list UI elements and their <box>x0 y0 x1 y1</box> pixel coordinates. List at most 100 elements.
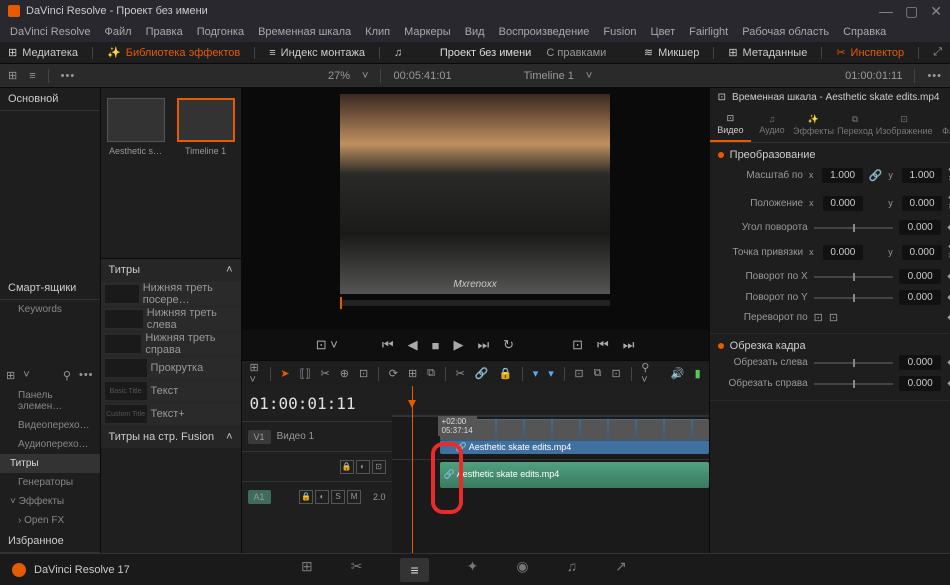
viewer-options[interactable]: ••• <box>927 70 942 82</box>
metadata-button[interactable]: ⊞ Метаданные <box>728 46 807 59</box>
timeline-view-icon[interactable]: ⊞ ˅ <box>250 361 260 386</box>
crop-right-slider[interactable] <box>814 383 894 385</box>
anchor-x[interactable]: 0.000 <box>823 245 863 260</box>
lock-a1[interactable]: 🔒 <box>299 490 313 504</box>
snap-icon[interactable]: ⊡ <box>574 367 583 380</box>
rotation-val[interactable]: 0.000 <box>899 220 941 235</box>
snap3-icon[interactable]: ⊡ <box>611 367 620 380</box>
list-view-icon[interactable]: ≡ <box>29 70 35 82</box>
menu-view[interactable]: Вид <box>465 26 485 38</box>
keywords-item[interactable]: Keywords <box>0 300 100 319</box>
panel-elem[interactable]: Панель элемен… <box>0 386 100 416</box>
fusion-titles-header[interactable]: Титры на стр. Fusion˄ <box>101 426 241 448</box>
loop-button[interactable]: ↻ <box>503 337 514 353</box>
maximize-button[interactable]: ▢ <box>905 3 918 20</box>
video-viewer[interactable]: Mxrenoxx <box>242 88 709 330</box>
menu-workspace[interactable]: Рабочая область <box>742 26 829 38</box>
scale-x[interactable]: 1.000 <box>822 168 862 183</box>
link-scale-icon[interactable]: 🔗 <box>869 169 883 182</box>
audio-trans[interactable]: Аудиоперехо… <box>0 435 100 454</box>
first-frame-button[interactable]: ⏮ <box>382 337 394 353</box>
menu-playback[interactable]: Воспроизведение <box>499 26 590 38</box>
media-pool-button[interactable]: ⊞ Медиатека <box>8 46 78 59</box>
title-text-plus[interactable]: Custom TitleТекст+ <box>101 403 241 425</box>
play-button[interactable]: ▶ <box>453 337 463 353</box>
playhead[interactable] <box>412 386 413 553</box>
blade-icon[interactable]: ✂ <box>456 367 465 380</box>
zoom-tool[interactable]: ⚲ ˅ <box>641 361 651 386</box>
thumb-v1[interactable]: ⊡ <box>372 460 386 474</box>
mixer-button[interactable]: ≋ Микшер <box>644 46 699 59</box>
pos-y[interactable]: 0.000 <box>902 196 942 211</box>
sound-library-button[interactable]: ♫ <box>394 47 402 59</box>
video-trans[interactable]: Видеоперехо… <box>0 416 100 435</box>
title-scroll[interactable]: Прокрутка <box>101 357 241 379</box>
expand-icon[interactable]: ⤢ <box>933 46 942 59</box>
menu-clip[interactable]: Клип <box>365 26 390 38</box>
link-icon[interactable]: 🔗 <box>475 367 489 380</box>
a1-badge[interactable]: A1 <box>248 490 271 504</box>
solo-a1[interactable]: S <box>331 490 345 504</box>
overwrite-tool[interactable]: ⊡ <box>359 367 368 380</box>
fusion-page-icon[interactable]: ✦ <box>467 558 479 582</box>
menu-fusion[interactable]: Fusion <box>603 26 636 38</box>
rotation-slider[interactable] <box>814 227 894 229</box>
menu-color[interactable]: Цвет <box>650 26 675 38</box>
blade-tool[interactable]: ✂ <box>321 367 330 380</box>
tab-file[interactable]: ⊕Файл <box>932 107 950 142</box>
flip-h-icon[interactable]: ⊡ <box>814 311 823 324</box>
menu-markers[interactable]: Маркеры <box>404 26 451 38</box>
roty-val[interactable]: 0.000 <box>899 290 941 305</box>
crop-left-slider[interactable] <box>814 362 894 364</box>
main-bin-header[interactable]: Основной <box>0 88 100 111</box>
grid-view-icon[interactable]: ⊞ <box>8 69 17 82</box>
edit-page-icon[interactable]: ≡ <box>400 558 428 582</box>
lock-v1[interactable]: 🔒 <box>340 460 354 474</box>
rotx-slider[interactable] <box>814 276 894 278</box>
flip-v-icon[interactable]: ⊡ <box>829 311 838 324</box>
flag-blue2-icon[interactable]: ▾ <box>548 367 554 380</box>
cut-page-icon[interactable]: ✂ <box>351 558 363 582</box>
title-lower-third-right[interactable]: Нижняя треть справа <box>101 332 241 356</box>
inspector-button[interactable]: ✂ Инспектор <box>836 46 904 59</box>
audio-clip[interactable]: 🔗 Aesthetic skate edits.mp4 <box>440 462 709 488</box>
stop-button[interactable]: ■ <box>432 338 440 353</box>
menu-timeline[interactable]: Временная шкала <box>258 26 351 38</box>
minimize-button[interactable]: — <box>879 3 893 20</box>
mute-a1[interactable]: M <box>347 490 361 504</box>
mute-icon[interactable]: ▮ <box>695 367 701 380</box>
roty-slider[interactable] <box>814 297 894 299</box>
tab-video[interactable]: ⊡Видео <box>710 107 752 142</box>
a1-header[interactable]: A1 🔒 ◐ S M 2.0 <box>242 481 392 511</box>
ripple-tool[interactable]: ⧉ <box>427 367 435 380</box>
timeline-selector[interactable]: Timeline 1 <box>524 70 574 82</box>
snap2-icon[interactable]: ⧉ <box>594 367 602 380</box>
trim-tool[interactable]: ⟦⟧ <box>300 367 311 380</box>
effects-category[interactable]: ˅ Эффекты <box>0 492 100 511</box>
curve-a1[interactable]: ◐ <box>315 490 329 504</box>
insert-tool[interactable]: ⊕ <box>340 367 349 380</box>
next-edit-button[interactable]: ⏭ <box>623 337 635 353</box>
deliver-page-icon[interactable]: ↗ <box>615 558 627 582</box>
tab-transition[interactable]: ⧉Переход <box>834 107 876 142</box>
view-mode-icon[interactable]: ⊡ ˅ <box>316 337 338 353</box>
crop-left-val[interactable]: 0.000 <box>899 355 941 370</box>
color-page-icon[interactable]: ◉ <box>516 558 528 582</box>
v1-header[interactable]: V1 Видео 1 <box>242 421 392 451</box>
v1-badge[interactable]: V1 <box>248 430 271 444</box>
tab-effects[interactable]: ✨Эффекты <box>793 107 835 142</box>
menu-davinci[interactable]: DaVinci Resolve <box>10 26 91 38</box>
tab-image[interactable]: ⊡Изображение <box>876 107 933 142</box>
viewer-scrubber[interactable] <box>340 300 610 306</box>
panel-options[interactable]: ••• <box>79 369 94 382</box>
match-frame-button[interactable]: ⊡ <box>572 337 583 353</box>
settings-icon[interactable]: ⊞ <box>6 369 15 382</box>
video-clip[interactable] <box>440 419 709 441</box>
media-timeline-1[interactable]: Timeline 1 <box>177 98 235 248</box>
openfx-item[interactable]: › Open FX <box>0 511 100 530</box>
home-icon[interactable] <box>12 563 26 577</box>
options-menu[interactable]: ••• <box>61 70 76 82</box>
zoom-level[interactable]: 27% <box>328 70 350 82</box>
menu-help[interactable]: Справка <box>843 26 886 38</box>
scale-y[interactable]: 1.000 <box>902 168 942 183</box>
